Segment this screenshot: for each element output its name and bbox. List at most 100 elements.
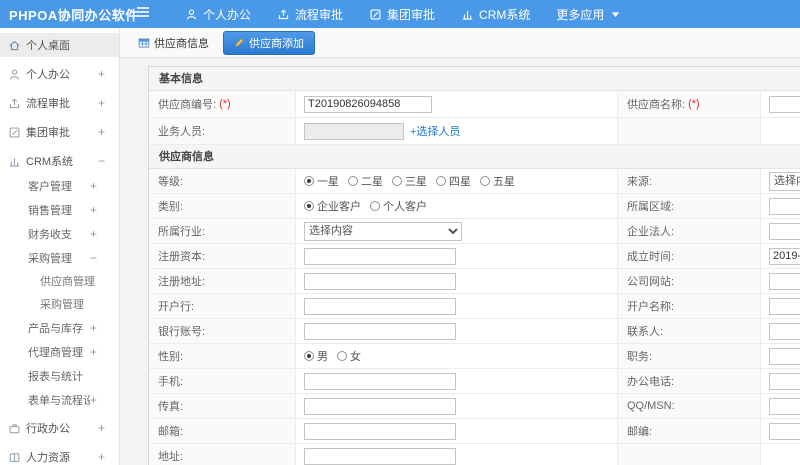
sidebar-item-label: 表单与流程设置 [28,395,90,407]
radio-button[interactable] [337,351,347,361]
sidebar-item-8[interactable]: 采购管理 − [0,247,119,269]
radio-button[interactable] [480,176,490,186]
collapse-icon[interactable]: − [90,251,111,265]
text-input[interactable] [769,372,800,390]
expand-icon[interactable]: + [90,203,111,217]
expand-icon[interactable]: + [90,227,111,241]
text-input[interactable] [769,347,800,365]
text-input[interactable] [769,247,800,265]
select-staff-link[interactable]: +选择人员 [410,123,460,139]
field-cell [296,369,618,393]
expand-icon[interactable]: + [98,96,111,110]
text-input[interactable] [304,372,456,390]
radio-label: 个人客户 [383,201,427,213]
sidebar-item-11[interactable]: 产品与库存 + [0,317,119,339]
sidebar-nav: 个人桌面 个人办公 + 流程审批 + 集团审批 + CRM系统 − 客户管理 + 销售管理 + 财务收支 +… [0,28,120,465]
text-input[interactable] [769,322,800,340]
expand-icon[interactable]: + [98,125,111,139]
collapse-icon[interactable]: − [98,154,111,168]
radio-button[interactable] [348,176,358,186]
topbar-menu-item-2[interactable]: 集团审批 [356,0,448,28]
sidebar-item-label: 行政办公 [26,423,70,435]
radio-button[interactable] [370,201,380,211]
sidebar-item-1[interactable]: 个人办公 + [0,62,119,86]
sidebar-item-12[interactable]: 代理商管理 + [0,341,119,363]
sidebar-item-7[interactable]: 财务收支 + [0,223,119,245]
sidebar-item-3[interactable]: 集团审批 + [0,120,119,144]
sidebar-item-5[interactable]: 客户管理 + [0,175,119,197]
text-input[interactable] [769,95,800,113]
radio-button[interactable] [304,201,314,211]
expand-icon[interactable]: + [98,450,111,464]
radio-button[interactable] [304,351,314,361]
expand-icon[interactable]: + [90,321,111,335]
tab-1[interactable]: 供应商添加 [223,30,315,55]
text-input[interactable] [304,272,456,290]
sidebar-item-9[interactable]: 供应商管理 [0,270,119,292]
text-input[interactable] [769,197,800,215]
text-input[interactable] [304,247,456,265]
sidebar-item-10[interactable]: 采购管理 [0,293,119,315]
radio-option[interactable]: 二星 [348,173,383,189]
expand-icon[interactable]: + [90,393,111,407]
radio-option[interactable]: 四星 [436,173,471,189]
text-input[interactable] [304,422,456,440]
topbar-menu-item-1[interactable]: 流程审批 [264,0,356,28]
staff-picker-input[interactable] [304,122,404,140]
radio-option[interactable]: 一星 [304,173,339,189]
text-input[interactable] [769,297,800,315]
sidebar-item-label: 个人办公 [26,69,70,81]
sidebar-item-label: 集团审批 [26,127,70,139]
field-cell [761,244,800,268]
text-input[interactable] [769,272,800,290]
sidebar-item-label: 供应商管理 [40,276,95,288]
topbar-menu-item-3[interactable]: CRM系统 [448,0,543,28]
topbar-menu-label: 更多应用 [556,7,605,22]
field-label: 手机: [149,369,296,393]
expand-icon[interactable]: + [90,179,111,193]
hamburger-button[interactable] [128,5,158,23]
radio-option[interactable]: 企业客户 [304,198,361,214]
sidebar-item-15[interactable]: 行政办公 + [0,416,119,440]
radio-option[interactable]: 个人客户 [370,198,427,214]
field-label-text: 联系人: [627,326,664,338]
field-cell: 一星 二星 三星 四星 五星 [296,169,618,193]
radio-button[interactable] [304,176,314,186]
text-input[interactable] [304,297,456,315]
field-label: 邮箱: [149,419,296,443]
user-icon [8,68,26,81]
sidebar-item-14[interactable]: 表单与流程设置+ [0,389,119,411]
text-input[interactable] [769,397,800,415]
sidebar-item-13[interactable]: 报表与统计 [0,365,119,387]
expand-icon[interactable]: + [90,345,111,359]
content-area: 供应商信息供应商添加 基本信息供应商编号:(*)供应商名称:(*)业务人员:+选… [120,28,800,465]
radio-option[interactable]: 男 [304,348,328,364]
radio-option[interactable]: 女 [337,348,361,364]
radio-option[interactable]: 三星 [392,173,427,189]
text-input[interactable] [304,447,456,465]
sidebar-item-16[interactable]: 人力资源 + [0,445,119,465]
topbar-menu-item-4[interactable]: 更多应用 [543,0,633,28]
expand-icon[interactable]: + [98,67,111,81]
text-input[interactable] [304,95,432,113]
tab-0[interactable]: 供应商信息 [132,32,215,54]
expand-icon[interactable]: + [98,421,111,435]
text-input[interactable] [304,322,456,340]
radio-option[interactable]: 五星 [480,173,515,189]
radio-button[interactable] [392,176,402,186]
field-label-text: 邮编: [627,426,653,438]
text-input[interactable] [304,397,456,415]
text-input[interactable] [769,222,800,240]
dropdown-select[interactable]: 选择内容 [769,171,800,191]
sidebar-item-4[interactable]: CRM系统 − [0,149,119,173]
sidebar-item-0[interactable]: 个人桌面 [0,33,119,57]
sidebar-item-2[interactable]: 流程审批 + [0,91,119,115]
field-label: 地址: [149,444,296,465]
dropdown-select[interactable]: 选择内容 [304,221,462,241]
radio-button[interactable] [436,176,446,186]
field-cell: 男女 [296,344,618,368]
topbar-menu-item-0[interactable]: 个人办公 [172,0,264,28]
text-input[interactable] [769,422,800,440]
sidebar-item-6[interactable]: 销售管理 + [0,199,119,221]
app-window: PHPOA协同办公软件 个人办公 流程审批 集团审批 CRM系统 更多应用 个人桌面 个人… [0,0,800,465]
